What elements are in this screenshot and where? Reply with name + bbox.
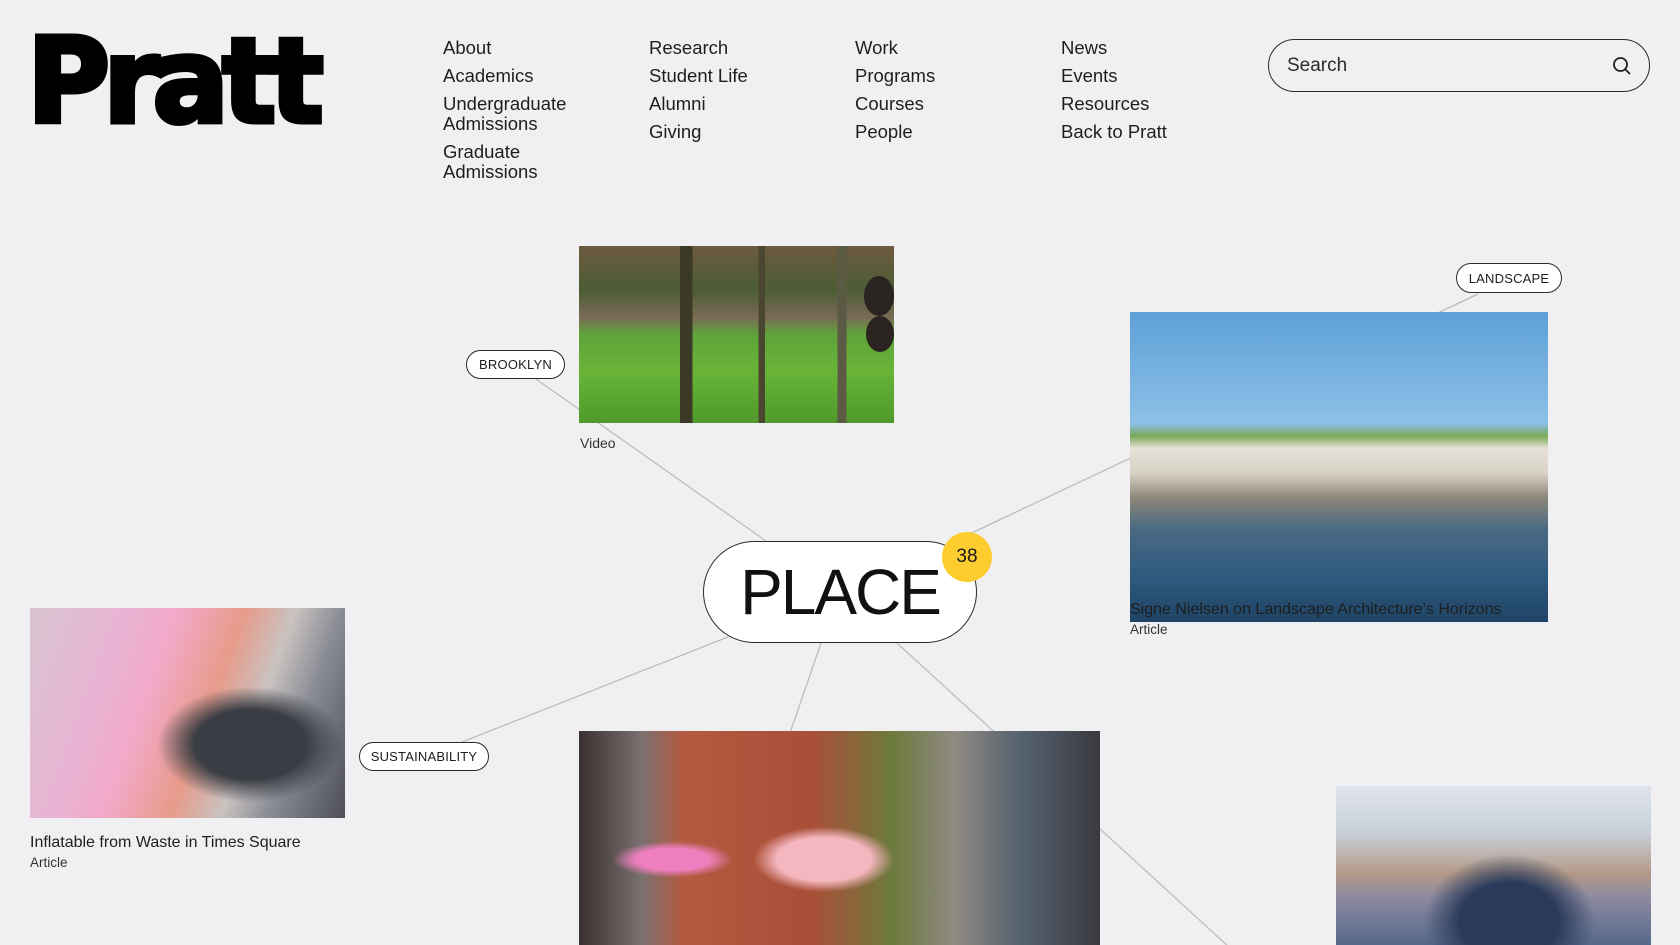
nav-column-3: Work Programs Courses People xyxy=(855,38,1045,150)
nav-link-graduate-admissions[interactable]: Graduate Admissions xyxy=(443,142,553,182)
card-image-bridge[interactable] xyxy=(1336,786,1651,945)
nav-link-resources[interactable]: Resources xyxy=(1061,94,1251,114)
connector-fashion xyxy=(789,642,822,734)
nav-link-research[interactable]: Research xyxy=(649,38,839,58)
card-title-inflatable[interactable]: Inflatable from Waste in Times Square xyxy=(30,833,301,853)
nav-column-2: Research Student Life Alumni Giving xyxy=(649,38,839,150)
card-type-inflatable: Article xyxy=(30,855,68,870)
card-image-landscape[interactable] xyxy=(1130,312,1548,622)
nav-link-giving[interactable]: Giving xyxy=(649,122,839,142)
card-type-landscape: Article xyxy=(1130,622,1168,637)
nav-link-alumni[interactable]: Alumni xyxy=(649,94,839,114)
tag-landscape[interactable]: LANDSCAPE xyxy=(1456,263,1562,293)
card-type-video: Video xyxy=(580,435,616,451)
card-caption-landscape: Signe Nielsen on Landscape Architecture’… xyxy=(1130,600,1501,640)
nav-link-about[interactable]: About xyxy=(443,38,633,58)
nav-column-1: About Academics Undergraduate Admissions… xyxy=(443,38,633,190)
card-caption-inflatable: Inflatable from Waste in Times Square Ar… xyxy=(30,833,301,873)
hub-place[interactable]: PLACE xyxy=(703,541,977,643)
nav-link-news[interactable]: News xyxy=(1061,38,1251,58)
tag-brooklyn[interactable]: BROOKLYN xyxy=(466,350,565,379)
sculpture-shape xyxy=(866,316,894,352)
nav-link-courses[interactable]: Courses xyxy=(855,94,1045,114)
nav-link-events[interactable]: Events xyxy=(1061,66,1251,86)
search-input[interactable] xyxy=(1285,53,1589,78)
connector-sustainability xyxy=(461,636,729,743)
nav-link-back-to-pratt[interactable]: Back to Pratt xyxy=(1061,122,1251,142)
search-box xyxy=(1268,39,1650,92)
tag-sustainability[interactable]: SUSTAINABILITY xyxy=(359,742,489,771)
nav-link-people[interactable]: People xyxy=(855,122,1045,142)
card-image-park[interactable] xyxy=(579,246,894,423)
card-image-inflatable[interactable] xyxy=(30,608,345,818)
nav-column-4: News Events Resources Back to Pratt xyxy=(1061,38,1251,150)
search-icon[interactable] xyxy=(1611,55,1633,77)
sculpture-shape xyxy=(864,276,894,316)
nav-link-undergraduate-admissions[interactable]: Undergraduate Admissions xyxy=(443,94,578,134)
hub-count-badge: 38 xyxy=(942,532,992,582)
nav-link-academics[interactable]: Academics xyxy=(443,66,633,86)
nav-link-programs[interactable]: Programs xyxy=(855,66,1045,86)
card-image-fashion[interactable] xyxy=(579,731,1100,945)
pratt-logo[interactable]: Pratt xyxy=(25,20,327,143)
nav-link-student-life[interactable]: Student Life xyxy=(649,66,839,86)
card-title-landscape[interactable]: Signe Nielsen on Landscape Architecture’… xyxy=(1130,600,1501,620)
nav-link-work[interactable]: Work xyxy=(855,38,1045,58)
